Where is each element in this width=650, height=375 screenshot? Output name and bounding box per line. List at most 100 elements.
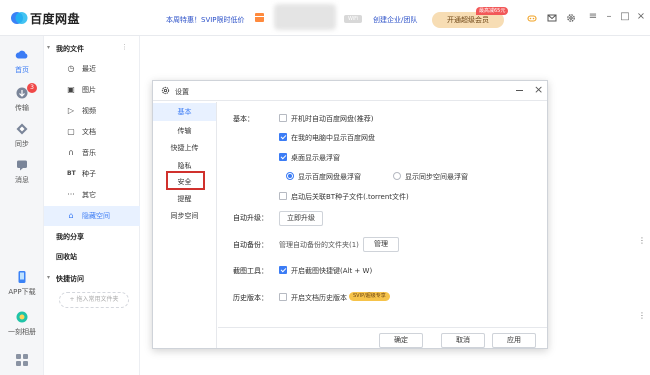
sync-float-radio[interactable] bbox=[393, 172, 401, 180]
screenshot-shortcut-label: 开启截图快捷键(Alt + W) bbox=[291, 267, 373, 275]
screenshot-tool-label: 截图工具： bbox=[233, 267, 268, 275]
auto-backup-label: 自动备份： bbox=[233, 241, 268, 249]
headphone-icon: ∩ bbox=[68, 148, 74, 157]
dialog-minimize-icon[interactable] bbox=[516, 90, 523, 91]
security-tab-highlight bbox=[166, 171, 205, 190]
avatar[interactable] bbox=[274, 4, 336, 30]
sidebar-item-documents[interactable]: ▢ 文档 bbox=[44, 122, 140, 142]
settings-dialog: 设置 × 基本 传输 快捷上传 隐私 安全 提醒 同步空间 基本： 开机时自动百… bbox=[152, 80, 548, 349]
my-files-label: 我的文件 bbox=[56, 45, 84, 53]
nav-album[interactable]: 一刻相册 bbox=[0, 310, 44, 337]
show-in-computer-checkbox[interactable] bbox=[279, 133, 287, 141]
quick-access-label: 快捷访问 bbox=[56, 275, 84, 283]
message-icon bbox=[17, 160, 27, 171]
nav-app-download[interactable]: APP下载 bbox=[0, 270, 44, 297]
gear-icon[interactable] bbox=[566, 13, 576, 23]
nav-message-label: 消息 bbox=[15, 176, 29, 184]
promo-link[interactable]: 本周特惠！SVIP限时低价 bbox=[166, 15, 245, 25]
app-name: 百度网盘 bbox=[30, 12, 81, 26]
sidebar-more-icon[interactable]: ⋮ bbox=[121, 43, 128, 51]
menu-icon[interactable]: ≡ bbox=[587, 11, 599, 23]
tab-sync-space[interactable]: 同步空间 bbox=[153, 207, 216, 225]
album-icon bbox=[16, 311, 28, 323]
sidebar-item-images[interactable]: ▣ 图片 bbox=[44, 80, 140, 100]
close-icon[interactable]: × bbox=[635, 11, 647, 23]
transfer-badge: 3 bbox=[27, 83, 37, 93]
history-version-checkbox[interactable] bbox=[279, 293, 287, 301]
nav-transfer[interactable]: 3 传输 bbox=[0, 83, 44, 113]
more-icon: ··· bbox=[67, 190, 75, 199]
collapse-arrow-icon: ▾ bbox=[47, 44, 51, 51]
quick-access-header[interactable]: ▾ 快捷访问 bbox=[47, 274, 84, 284]
desktop-float-label: 桌面显示悬浮窗 bbox=[291, 154, 340, 162]
dialog-footer: 确定 取消 应用 bbox=[218, 327, 547, 349]
cancel-button[interactable]: 取消 bbox=[441, 333, 485, 348]
settings-tabs: 基本 传输 快捷上传 隐私 安全 提醒 同步空间 bbox=[153, 102, 217, 348]
desktop-float-checkbox[interactable] bbox=[279, 153, 287, 161]
minimize-icon[interactable]: – bbox=[603, 11, 615, 23]
maximize-icon[interactable]: □ bbox=[619, 11, 631, 23]
sidebar-item-others[interactable]: ··· 其它 bbox=[44, 185, 140, 205]
netdisk-float-radio[interactable] bbox=[286, 172, 294, 180]
sidebar-item-recent[interactable]: ◷ 最近 bbox=[44, 59, 140, 79]
sidebar-item-hidden-space[interactable]: ⌂ 隐藏空间 bbox=[44, 206, 140, 226]
apply-button[interactable]: 应用 bbox=[492, 333, 536, 348]
nav-home-label: 首页 bbox=[15, 66, 29, 74]
dialog-title: 设置 bbox=[175, 88, 189, 96]
nav-home[interactable]: 首页 bbox=[0, 48, 44, 75]
sidebar-item-label: 音乐 bbox=[82, 149, 96, 157]
phone-icon bbox=[18, 271, 26, 283]
settings-body: 基本： 开机时自动百度网盘(推荐) 在我的电脑中显示百度网盘 桌面显示悬浮窗 显… bbox=[218, 102, 547, 327]
clock-icon: ◷ bbox=[67, 64, 75, 73]
bt-assoc-checkbox[interactable] bbox=[279, 192, 287, 200]
sidebar-item-label: 视频 bbox=[82, 107, 96, 115]
dialog-title-bar: 设置 × bbox=[153, 81, 547, 101]
recycle-bin-link[interactable]: 回收站 bbox=[56, 252, 77, 262]
mail-icon[interactable] bbox=[547, 13, 557, 23]
sidebar-item-label: 最近 bbox=[82, 65, 96, 73]
apps-grid-icon[interactable] bbox=[16, 354, 28, 366]
nav-album-label: 一刻相册 bbox=[8, 328, 36, 336]
tab-basic[interactable]: 基本 bbox=[153, 103, 216, 121]
left-nav: 首页 3 传输 同步 消息 APP下载 一刻相册 bbox=[0, 36, 44, 375]
auto-upgrade-label: 自动升级： bbox=[233, 214, 268, 222]
video-icon: ▷ bbox=[67, 106, 75, 115]
netdisk-float-label: 显示百度网盘悬浮窗 bbox=[298, 173, 361, 181]
ok-button[interactable]: 确定 bbox=[379, 333, 423, 348]
auto-start-checkbox[interactable] bbox=[279, 114, 287, 122]
row-more-icon[interactable]: ⋮ bbox=[638, 236, 646, 245]
file-sidebar: ▾ 我的文件 ⋮ ◷ 最近 ▣ 图片 ▷ 视频 ▢ 文档 ∩ 音乐 BT 种子 ··· 其它 … bbox=[44, 36, 140, 375]
auto-start-label: 开机时自动百度网盘(推荐) bbox=[291, 115, 374, 123]
manage-backup-button[interactable]: 管理 bbox=[363, 237, 399, 252]
row-more-icon[interactable]: ⋮ bbox=[638, 311, 646, 320]
game-icon[interactable] bbox=[527, 13, 537, 23]
basic-section-label: 基本： bbox=[233, 115, 254, 123]
tab-reminder[interactable]: 提醒 bbox=[153, 190, 216, 208]
svip-exclusive-tag: SVIP/超级专享 bbox=[349, 292, 390, 301]
sidebar-item-label: 种子 bbox=[82, 170, 96, 178]
gift-icon[interactable] bbox=[255, 13, 264, 22]
my-files-header[interactable]: ▾ 我的文件 bbox=[47, 44, 84, 54]
screenshot-shortcut-checkbox[interactable] bbox=[279, 266, 287, 274]
backup-folder-text: 管理自动备份的文件夹(1) bbox=[279, 241, 359, 249]
upgrade-now-button[interactable]: 立即升级 bbox=[279, 211, 323, 226]
create-enterprise-link[interactable]: 创建企业/团队 bbox=[373, 15, 417, 25]
history-version-label: 历史版本： bbox=[233, 294, 268, 302]
cloud-icon bbox=[15, 50, 28, 59]
nav-sync[interactable]: 同步 bbox=[0, 122, 44, 149]
sidebar-item-label: 文档 bbox=[82, 128, 96, 136]
nav-message[interactable]: 消息 bbox=[0, 158, 44, 185]
sidebar-item-music[interactable]: ∩ 音乐 bbox=[44, 143, 140, 163]
sidebar-item-torrents[interactable]: BT 种子 bbox=[44, 164, 140, 184]
wifi-badge: WiFi bbox=[344, 15, 362, 23]
tab-quick-upload[interactable]: 快捷上传 bbox=[153, 139, 216, 157]
history-version-option: 开启文档历史版本 bbox=[291, 294, 347, 302]
my-share-link[interactable]: 我的分享 bbox=[56, 232, 84, 242]
sync-icon bbox=[16, 123, 28, 135]
sidebar-item-label: 隐藏空间 bbox=[82, 212, 110, 220]
add-quick-folder-button[interactable]: + 拖入常用文件夹 bbox=[59, 292, 129, 308]
vip-discount-tag: 最高减65元 bbox=[476, 7, 509, 15]
tab-transfer[interactable]: 传输 bbox=[153, 122, 216, 140]
dialog-close-icon[interactable]: × bbox=[534, 84, 543, 96]
sidebar-item-videos[interactable]: ▷ 视频 bbox=[44, 101, 140, 121]
